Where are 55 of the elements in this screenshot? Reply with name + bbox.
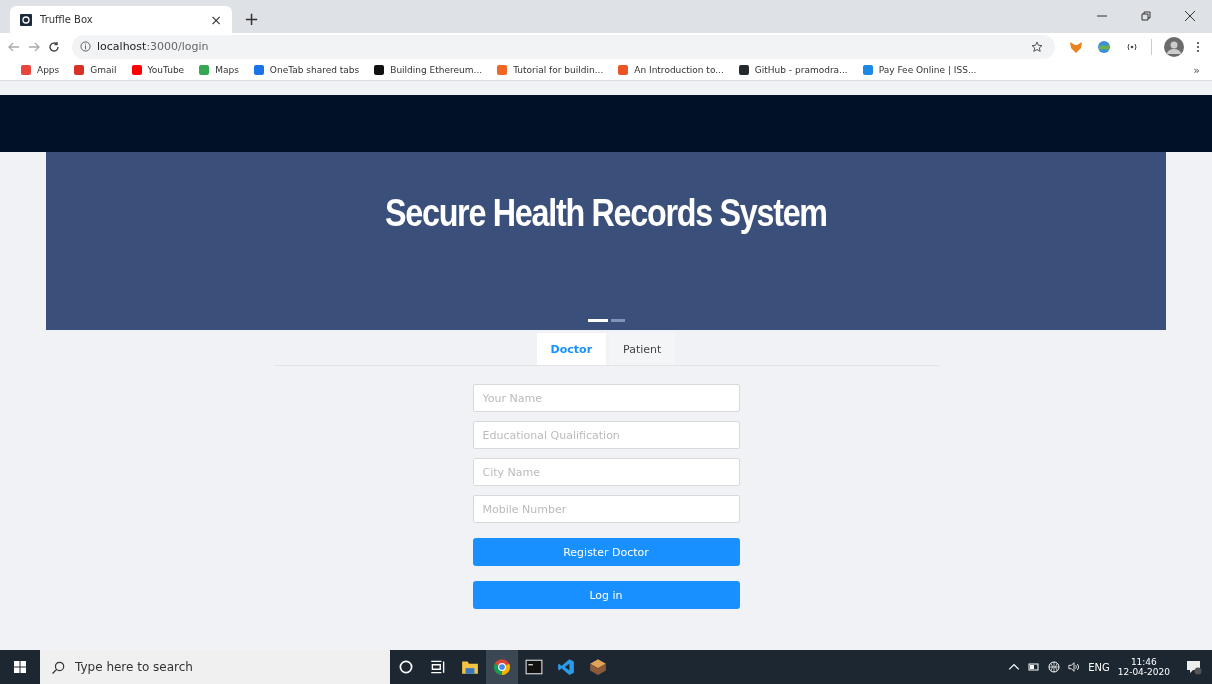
carousel-indicator[interactable] — [587, 319, 608, 322]
favicon-icon — [252, 64, 265, 76]
favicon-icon — [373, 64, 386, 76]
bookmark[interactable]: Building Ethereum... — [373, 64, 483, 76]
input-field[interactable]: City Name — [472, 458, 740, 486]
reload-icon[interactable] — [48, 40, 60, 53]
globe-icon[interactable] — [1097, 39, 1111, 54]
language-indicator[interactable]: ENG — [1088, 661, 1110, 673]
favicon-icon — [73, 64, 86, 76]
favicon-icon — [496, 64, 509, 76]
input-field[interactable]: Educational Qualification — [472, 421, 740, 449]
taskbar-search-field[interactable]: Type here to search — [40, 650, 390, 684]
banner-title: Secure Health Records System — [385, 192, 827, 235]
input-field[interactable]: Mobile Number — [472, 495, 740, 523]
bookmark[interactable]: Maps — [198, 64, 239, 76]
fox-icon[interactable] — [1069, 39, 1083, 54]
chevron-up-icon[interactable] — [1008, 661, 1021, 673]
favicon-icon — [617, 64, 630, 76]
bookmark[interactable]: An Introduction to... — [617, 64, 724, 76]
favicon-icon — [20, 64, 32, 76]
bookmark[interactable]: GitHub - pramodra... — [737, 64, 848, 76]
more-bookmarks-button[interactable]: » — [1193, 63, 1200, 77]
network-icon[interactable] — [1048, 661, 1061, 673]
tab-close-button[interactable]: × — [210, 11, 222, 28]
url-text: localhost:3000/login — [97, 40, 209, 53]
info-icon — [80, 41, 91, 52]
input-field[interactable]: Your Name — [472, 384, 740, 412]
tab-title: Truffle Box — [40, 14, 94, 25]
restore-icon[interactable] — [1141, 11, 1151, 21]
clock-date: 12-04-2020 — [1117, 667, 1170, 677]
favicon-icon — [130, 64, 143, 76]
chrome-icon[interactable] — [486, 650, 518, 684]
favicon-icon — [198, 64, 211, 76]
bookmark[interactable]: Apps — [20, 64, 60, 76]
favicon-icon — [861, 64, 874, 76]
bookmark[interactable]: Pay Fee Online | ISS... — [861, 64, 977, 76]
address-bar[interactable]: localhost:3000/login — [72, 34, 1055, 59]
avatar-icon[interactable] — [1164, 36, 1184, 57]
clock-time: 11:46 — [1130, 657, 1157, 667]
box-icon — [20, 13, 32, 26]
windows-start-icon[interactable] — [14, 661, 26, 673]
star-icon[interactable] — [1031, 40, 1043, 53]
bookmark[interactable]: Tutorial for buildin... — [496, 64, 604, 76]
bookmark[interactable]: Gmail — [73, 64, 117, 76]
new-tab-button[interactable]: + — [244, 9, 260, 29]
bookmark[interactable]: OneTab shared tabs — [252, 64, 360, 76]
notification-icon[interactable] — [1186, 659, 1202, 675]
close-icon[interactable] — [1185, 11, 1195, 21]
search-icon — [52, 660, 65, 674]
battery-icon[interactable] — [1028, 661, 1041, 673]
tab[interactable]: Patient — [609, 333, 676, 365]
browser-tab[interactable]: Truffle Box × — [10, 6, 232, 33]
favicon-icon — [737, 64, 750, 76]
bookmark[interactable]: YouTube — [130, 64, 185, 76]
speaker-icon[interactable] — [1068, 661, 1081, 673]
